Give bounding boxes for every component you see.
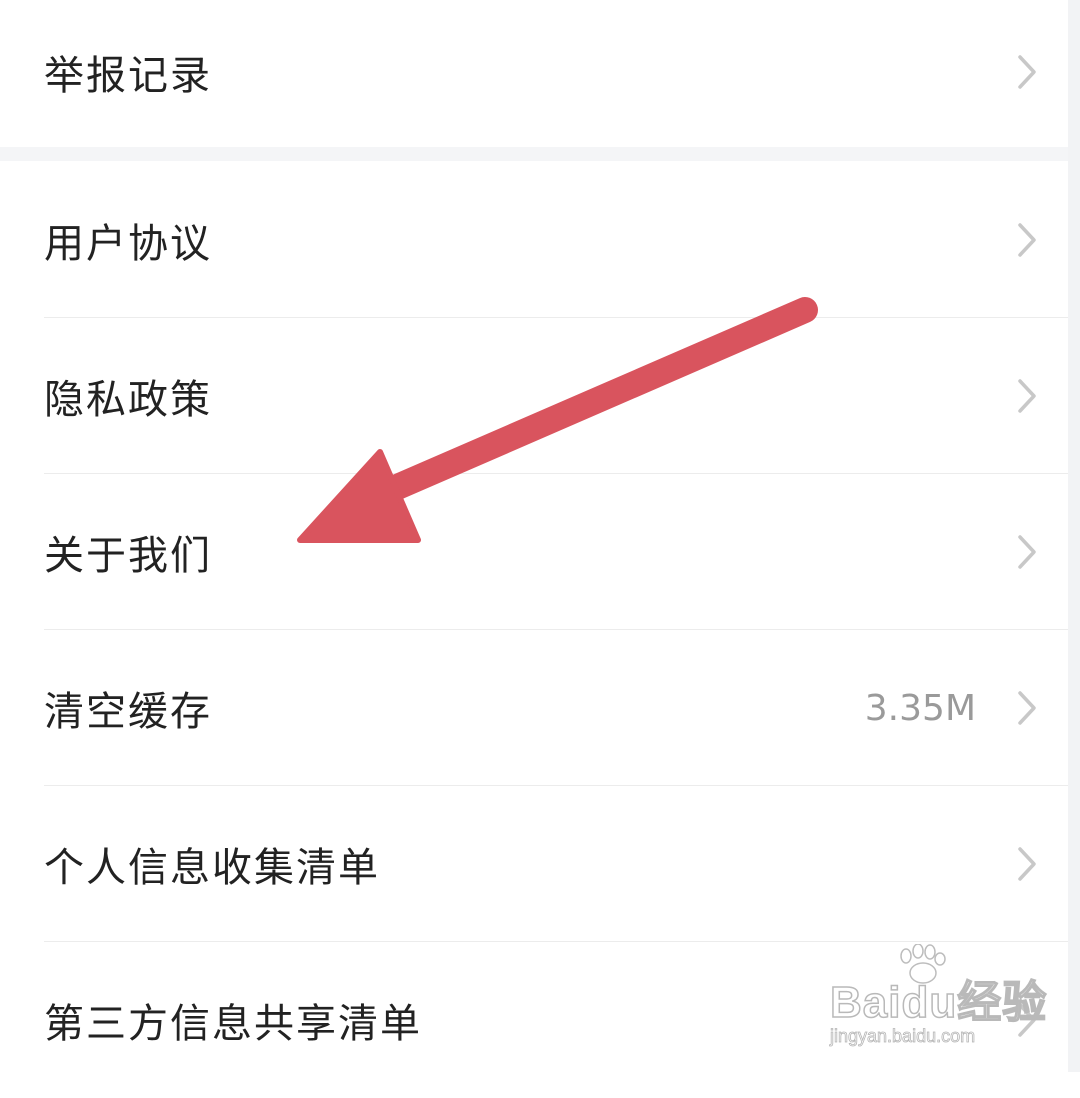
screen-edge [1068, 0, 1080, 1072]
chevron-right-icon [1018, 223, 1036, 257]
settings-item-report-records[interactable]: 举报记录 [0, 0, 1068, 150]
settings-screen: 举报记录 用户协议 隐私政策 关于我们 清空缓存 3.35M 个人信息收集清单 … [0, 0, 1068, 1072]
settings-item-label: 举报记录 [44, 53, 212, 99]
cache-size-value: 3.35M [864, 687, 976, 729]
group-separator [0, 147, 1068, 161]
settings-item-user-agreement[interactable]: 用户协议 [0, 162, 1068, 318]
chevron-right-icon [1018, 847, 1036, 881]
settings-item-label: 隐私政策 [44, 377, 212, 423]
chevron-right-icon [1018, 535, 1036, 569]
settings-item-clear-cache[interactable]: 清空缓存 3.35M [0, 630, 1068, 786]
settings-item-label: 用户协议 [44, 221, 212, 267]
settings-item-personal-info-list[interactable]: 个人信息收集清单 [0, 786, 1068, 942]
watermark-url: jingyan.baidu.com [830, 1026, 976, 1047]
chevron-right-icon [1018, 691, 1036, 725]
settings-item-label: 个人信息收集清单 [44, 845, 380, 891]
settings-item-label: 清空缓存 [44, 689, 212, 735]
settings-item-label: 第三方信息共享清单 [44, 1001, 422, 1047]
settings-item-privacy-policy[interactable]: 隐私政策 [0, 318, 1068, 474]
watermark: Baidu经验 jingyan.baidu.com [826, 944, 1047, 1058]
chevron-right-icon [1018, 379, 1036, 413]
settings-item-label: 关于我们 [44, 533, 212, 579]
chevron-right-icon [1018, 55, 1036, 89]
watermark-brand: Baidu经验 [829, 977, 1048, 1028]
settings-item-about-us[interactable]: 关于我们 [0, 474, 1068, 630]
